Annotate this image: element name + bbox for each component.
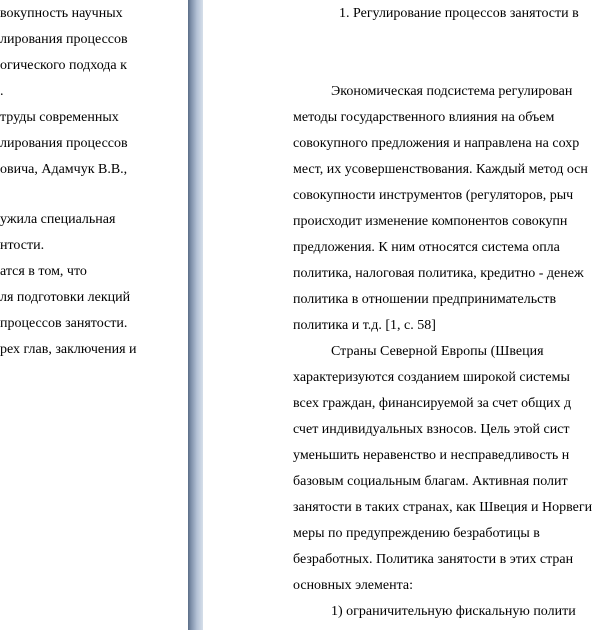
left-line-4: . [0, 84, 4, 99]
left-line-5: труды современных [0, 110, 119, 125]
left-line-12: ля подготовки лекций [0, 290, 131, 305]
left-line-10: нтости. [0, 238, 45, 253]
body-line-5: совокупности инструментов (регуляторов, … [293, 188, 574, 203]
left-line-11: атся в том, что [0, 264, 87, 279]
body-line-6: происходит изменение компонентов совокуп… [293, 214, 568, 229]
body-line-21: 1) ограничительную фискальную полити [331, 604, 576, 619]
body-line-4: мест, их усовершенствования. Каждый мето… [293, 162, 588, 177]
body-line-12: характеризуются созданием широкой систем… [293, 370, 570, 385]
page-gutter [188, 0, 203, 630]
left-line-7: овича, Адамчук В.В., [0, 162, 128, 177]
left-line-3: огического подхода к [0, 58, 127, 73]
body-line-14: счет индивидуальных взносов. Цель этой с… [293, 422, 570, 437]
body-line-20: основных элемента: [293, 578, 413, 593]
body-line-16: базовым социальным благам. Активная поли… [293, 474, 568, 489]
left-line-1: вокупность научных [0, 6, 123, 21]
body-line-1: Экономическая подсистема регулирован [331, 84, 573, 99]
left-line-14: рех глав, заключения и [0, 342, 137, 357]
body-line-13: всех граждан, финансируемой за счет общи… [293, 396, 572, 411]
left-line-2: лирования процессов [0, 32, 128, 47]
body-line-2: методы государственного влияния на объем [293, 110, 555, 125]
body-line-17: занятости в таких странах, как Швеция и … [293, 500, 593, 515]
body-line-7: предложения. К ним относятся система опл… [293, 240, 560, 255]
body-line-15: уменьшить неравенство и несправедливость… [293, 448, 570, 463]
section-heading: 1. Регулирование процессов занятости в [339, 6, 579, 21]
body-line-9: политика в отношении предпринимательств [293, 292, 557, 307]
body-line-8: политика, налоговая политика, кредитно -… [293, 266, 584, 281]
body-line-10: политика и т.д. [1, с. 58] [293, 318, 436, 333]
left-line-6: лирования процессов [0, 136, 128, 151]
left-page: вокупность научных лирования процессов о… [0, 0, 188, 630]
left-line-9: ужила специальная [0, 212, 116, 227]
body-line-19: безработных. Политика занятости в этих с… [293, 552, 574, 567]
left-line-13: процессов занятости. [0, 316, 128, 331]
body-line-18: меры по предупреждению безработицы в [293, 526, 540, 541]
body-line-11: Страны Северной Европы (Швеция [331, 344, 544, 359]
body-line-3: совокупного предложения и направлена на … [293, 136, 580, 151]
right-page: 1. Регулирование процессов занятости в Э… [203, 0, 609, 630]
